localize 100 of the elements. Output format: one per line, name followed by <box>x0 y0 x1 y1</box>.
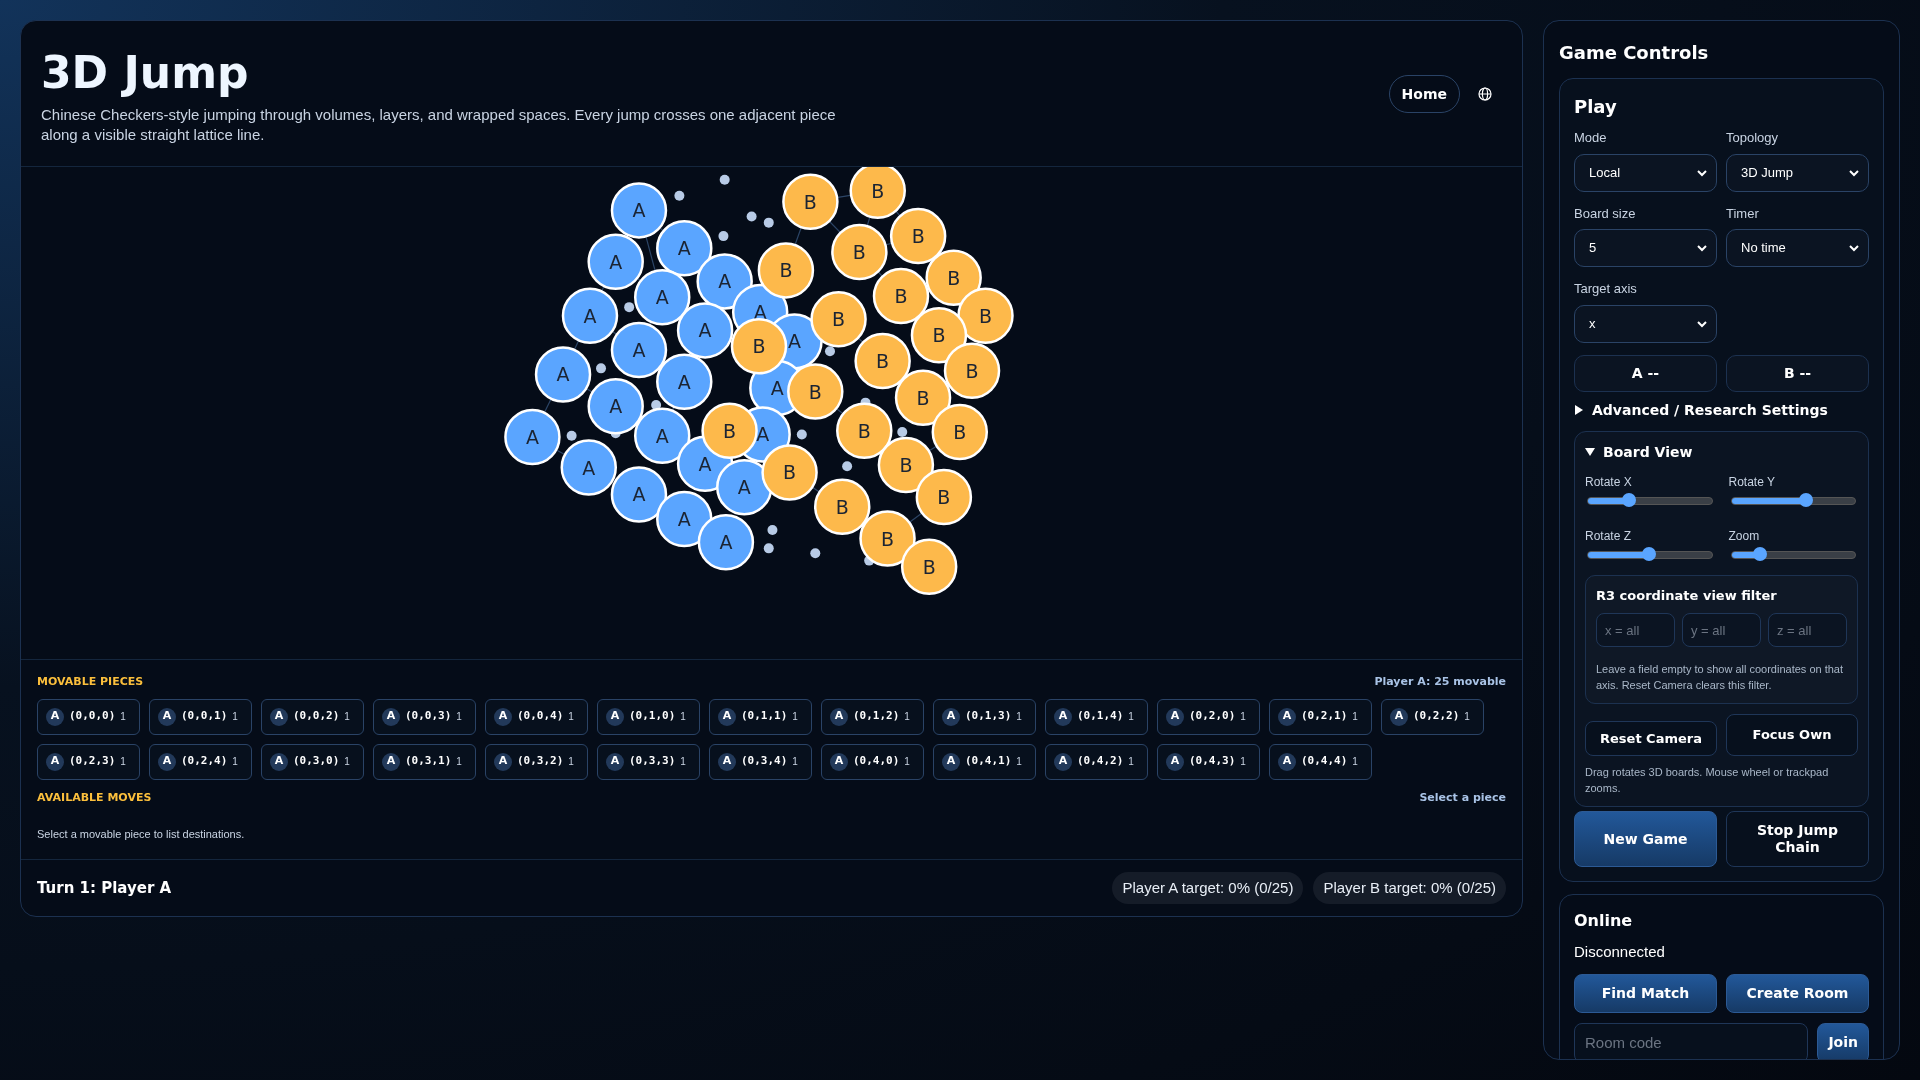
join-button[interactable]: Join <box>1817 1022 1869 1059</box>
dropdown[interactable]: Local <box>1574 153 1717 192</box>
piece-chip[interactable]: A (0,4,2) 1 <box>1045 743 1148 780</box>
game-piece[interactable]: B <box>859 510 916 567</box>
camera-hint: Drag rotates 3D boards. Mouse wheel or trackpad zooms. <box>1585 765 1830 796</box>
coordinate-field[interactable]: y = all <box>1682 613 1761 647</box>
panel-title: Game Controls <box>1559 41 1710 65</box>
game-piece[interactable]: B <box>757 242 815 299</box>
slider-thumb[interactable] <box>1641 546 1656 561</box>
section-heading: AVAILABLE MOVES <box>37 789 152 806</box>
piece-chip[interactable]: A (0,1,1) 1 <box>709 698 812 735</box>
game-piece[interactable]: B <box>810 291 867 348</box>
game-piece[interactable]: A <box>561 287 619 344</box>
action-button[interactable]: New Game <box>1574 811 1717 867</box>
room-code-field[interactable]: Room code <box>1574 1022 1809 1059</box>
game-piece[interactable]: B <box>831 223 888 281</box>
game-piece[interactable]: A <box>587 378 644 435</box>
dropdown[interactable]: 5 <box>1574 229 1717 267</box>
piece-chip[interactable]: A (0,4,0) 1 <box>821 743 924 780</box>
advanced-settings-toggle[interactable]: Advanced / Research Settings <box>1574 399 1869 421</box>
game-piece[interactable]: B <box>925 249 982 306</box>
dropdown[interactable]: No time <box>1726 229 1869 267</box>
game-piece[interactable]: A <box>560 439 617 496</box>
game-piece[interactable]: B <box>900 538 958 595</box>
game-piece[interactable]: A <box>610 182 668 239</box>
game-piece[interactable]: B <box>730 318 788 375</box>
piece-chip[interactable]: A (0,1,3) 1 <box>933 698 1036 735</box>
piece-chip[interactable]: A (0,2,3) 1 <box>37 743 140 780</box>
player-score: B -- <box>1726 354 1869 392</box>
piece-chip[interactable]: A (0,0,4) 1 <box>485 698 588 735</box>
game-piece[interactable]: B <box>943 342 1001 400</box>
slider-track[interactable] <box>1587 550 1713 559</box>
piece-chip[interactable]: A (0,0,1) 1 <box>149 698 252 735</box>
game-piece[interactable]: A <box>656 353 713 411</box>
dropdown[interactable]: x <box>1574 304 1717 343</box>
slider-thumb[interactable] <box>1752 546 1767 561</box>
piece-chip[interactable]: A (0,2,4) 1 <box>149 743 252 780</box>
piece-chip[interactable]: A (0,3,0) 1 <box>261 743 364 780</box>
game-piece[interactable]: A <box>610 466 668 523</box>
game-piece[interactable]: B <box>836 402 893 460</box>
dropdown[interactable]: 3D Jump <box>1726 153 1869 192</box>
slider-label: Rotate X <box>1585 473 1633 491</box>
piece-chip[interactable]: A (0,0,0) 1 <box>37 698 140 735</box>
game-piece[interactable]: B <box>814 478 871 535</box>
game-piece[interactable]: A <box>716 458 773 516</box>
game-piece[interactable]: A <box>587 233 644 291</box>
online-button[interactable]: Create Room <box>1726 973 1869 1013</box>
game-piece[interactable]: B <box>957 287 1014 344</box>
game-piece[interactable]: B <box>787 363 844 420</box>
connection-status: Disconnected <box>1574 942 1666 962</box>
piece-chip[interactable]: A (0,0,2) 1 <box>261 698 364 735</box>
game-piece[interactable]: B <box>877 436 935 494</box>
piece-chip[interactable]: A (0,2,1) 1 <box>1269 698 1372 735</box>
game-piece[interactable]: B <box>910 307 968 364</box>
piece-chip[interactable]: A (0,3,1) 1 <box>373 743 476 780</box>
piece-chip[interactable]: A (0,2,2) 1 <box>1381 698 1484 735</box>
piece-chip[interactable]: A (0,1,4) 1 <box>1045 698 1148 735</box>
coordinate-field[interactable]: x = all <box>1596 613 1675 647</box>
slider-label: Rotate Z <box>1585 527 1633 545</box>
game-piece[interactable]: B <box>761 444 818 501</box>
piece-chip[interactable]: A (0,1,0) 1 <box>597 698 700 735</box>
camera-button[interactable]: Focus Own <box>1726 714 1858 756</box>
piece-chip[interactable]: A (0,4,4) 1 <box>1269 743 1372 780</box>
game-piece[interactable]: A <box>634 407 691 464</box>
online-button[interactable]: Find Match <box>1574 973 1717 1013</box>
game-piece[interactable]: B <box>915 468 973 526</box>
game-piece[interactable]: A <box>610 321 668 379</box>
piece-chip[interactable]: A (0,3,4) 1 <box>709 743 812 780</box>
piece-chip[interactable]: A (0,4,3) 1 <box>1157 743 1260 780</box>
game-piece[interactable]: B <box>854 332 911 390</box>
piece-chip[interactable]: A (0,2,0) 1 <box>1157 698 1260 735</box>
slider-track[interactable] <box>1730 496 1856 505</box>
game-piece[interactable]: B <box>931 403 989 461</box>
piece-chip[interactable]: A (0,0,3) 1 <box>373 698 476 735</box>
game-piece[interactable]: B <box>782 173 839 231</box>
slider-thumb[interactable] <box>1621 492 1636 507</box>
game-piece[interactable]: B <box>872 267 930 325</box>
board-view-toggle[interactable]: Board View <box>1585 441 1858 463</box>
slider-thumb[interactable] <box>1798 492 1813 507</box>
card-title: Online <box>1574 910 1634 932</box>
globe-icon[interactable] <box>1478 87 1492 101</box>
piece-chip[interactable]: A (0,3,2) 1 <box>485 743 588 780</box>
piece-chip[interactable]: A (0,1,2) 1 <box>821 698 924 735</box>
game-piece[interactable]: A <box>634 269 691 326</box>
game-piece[interactable]: A <box>534 346 592 403</box>
game-piece[interactable]: A <box>697 514 755 571</box>
game-piece[interactable]: A <box>504 408 561 466</box>
coordinate-field[interactable]: z = all <box>1768 613 1847 647</box>
piece-chip[interactable]: A (0,4,1) 1 <box>933 743 1036 780</box>
action-button[interactable]: Stop Jump Chain <box>1726 811 1869 867</box>
camera-button[interactable]: Reset Camera <box>1585 721 1717 756</box>
game-piece[interactable]: B <box>889 207 947 265</box>
slider-track[interactable] <box>1730 550 1856 559</box>
piece-chip[interactable]: A (0,3,3) 1 <box>597 743 700 780</box>
game-piece[interactable]: A <box>656 220 713 277</box>
game-piece[interactable]: B <box>894 369 952 426</box>
game-piece[interactable]: B <box>849 167 906 220</box>
game-piece[interactable]: A <box>676 302 734 359</box>
moves-hint: Select a movable piece to list destinations. <box>37 827 246 842</box>
slider-track[interactable] <box>1587 496 1713 505</box>
